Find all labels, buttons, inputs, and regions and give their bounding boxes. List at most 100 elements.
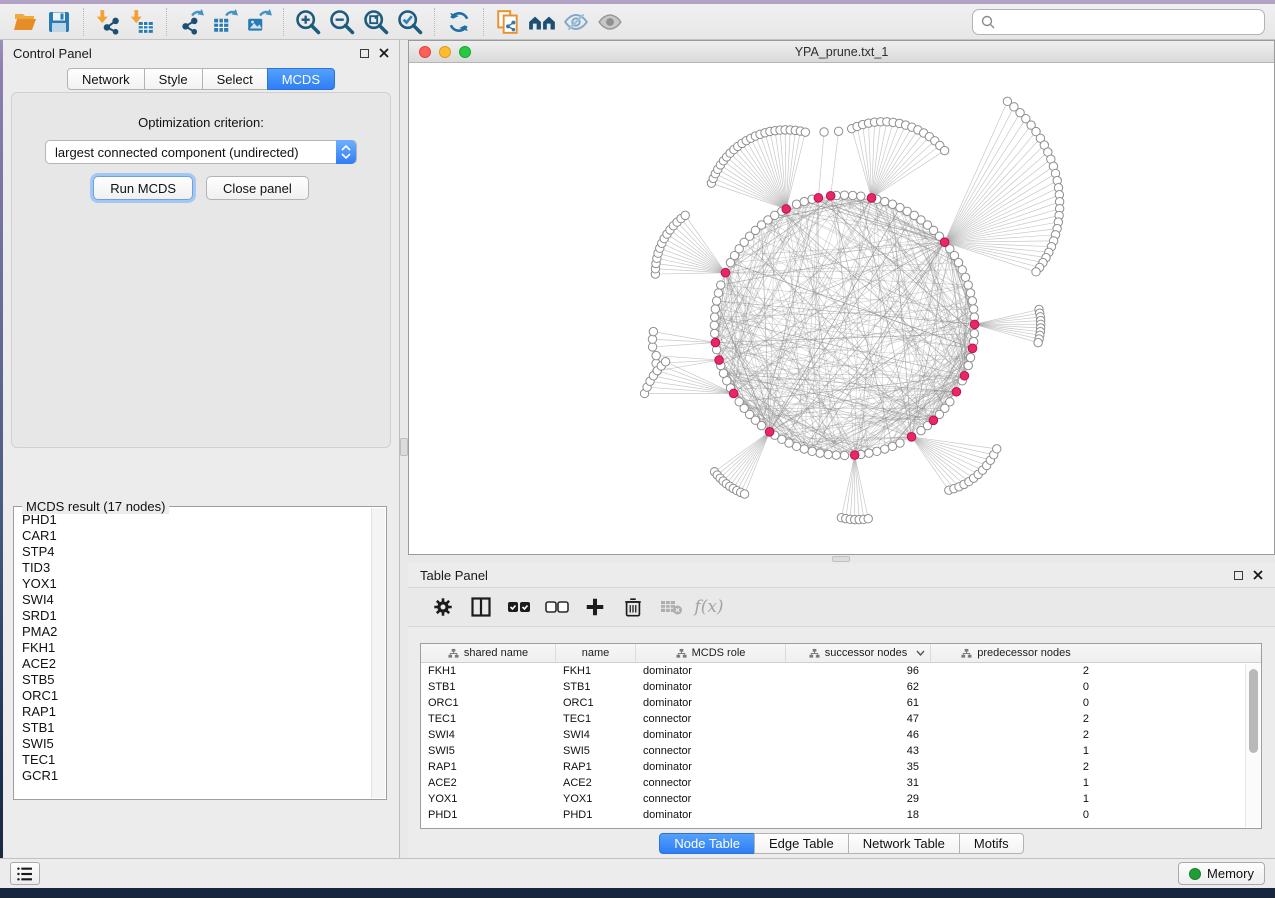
- memory-button[interactable]: Memory: [1178, 862, 1265, 885]
- column-header-successor-nodes[interactable]: successor nodes: [786, 644, 931, 662]
- mcds-list-scrollbar[interactable]: [371, 508, 385, 798]
- mcds-result-item[interactable]: SWI5: [22, 736, 371, 752]
- table-cell: PHD1: [556, 809, 636, 821]
- zoom-in-button[interactable]: [291, 7, 325, 37]
- table-row[interactable]: RAP1RAP1dominator352: [421, 759, 1261, 775]
- table-row[interactable]: FKH1FKH1dominator962: [421, 663, 1261, 679]
- mcds-result-item[interactable]: RAP1: [22, 704, 371, 720]
- table-cell: ACE2: [421, 777, 556, 789]
- column-header-name[interactable]: name: [556, 644, 636, 662]
- table-row[interactable]: SWI5SWI5connector431: [421, 743, 1261, 759]
- search-box[interactable]: [972, 9, 1265, 35]
- mcds-result-item[interactable]: GCR1: [22, 768, 371, 784]
- eye-slash-icon: [562, 9, 590, 35]
- tab-mcds[interactable]: MCDS: [267, 68, 335, 90]
- vertical-splitter[interactable]: [400, 40, 408, 858]
- table-cell: dominator: [636, 729, 786, 741]
- open-file-button[interactable]: [8, 7, 42, 37]
- table-row[interactable]: PHD1PHD1dominator180: [421, 807, 1261, 823]
- column-header-predecessor-nodes[interactable]: predecessor nodes: [931, 644, 1101, 662]
- table-scrollbar[interactable]: [1245, 664, 1260, 827]
- mcds-result-item[interactable]: STP4: [22, 544, 371, 560]
- run-mcds-button[interactable]: Run MCDS: [93, 176, 193, 200]
- deselect-all-button[interactable]: [538, 591, 576, 623]
- splitter-handle[interactable]: [400, 438, 408, 456]
- table-settings-button[interactable]: [424, 591, 462, 623]
- table-row[interactable]: ORC1ORC1dominator610: [421, 695, 1261, 711]
- clone-network-button[interactable]: [491, 7, 525, 37]
- add-row-button[interactable]: [576, 591, 614, 623]
- mcds-result-item[interactable]: ACE2: [22, 656, 371, 672]
- tab-edge-table[interactable]: Edge Table: [754, 833, 849, 854]
- mcds-result-item[interactable]: YOX1: [22, 576, 371, 592]
- control-panel-tabs: Network Style Select MCDS: [3, 68, 399, 90]
- zoom-selected-button[interactable]: [393, 7, 427, 37]
- optimization-criterion-select[interactable]: largest connected component (undirected): [45, 140, 357, 164]
- mcds-result-item[interactable]: FKH1: [22, 640, 371, 656]
- refresh-button[interactable]: [442, 7, 476, 37]
- import-table-button[interactable]: [125, 7, 159, 37]
- scrollbar-thumb[interactable]: [1249, 669, 1258, 753]
- network-graph[interactable]: [409, 63, 1274, 555]
- mcds-result-item[interactable]: CAR1: [22, 528, 371, 544]
- column-type-icon: [448, 648, 459, 659]
- splitter-handle[interactable]: [832, 556, 850, 562]
- hide-selected-button[interactable]: [559, 7, 593, 37]
- network-window-titlebar[interactable]: YPA_prune.txt_1: [409, 41, 1274, 63]
- mcds-result-item[interactable]: PHD1: [22, 512, 371, 528]
- table-row[interactable]: YOX1YOX1connector291: [421, 791, 1261, 807]
- table-body: FKH1FKH1dominator962STB1STB1dominator620…: [421, 663, 1261, 823]
- table-row[interactable]: SWI4SWI4dominator462: [421, 727, 1261, 743]
- mcds-result-item[interactable]: STB5: [22, 672, 371, 688]
- close-panel-icon[interactable]: [1253, 570, 1263, 580]
- control-panel-title: Control Panel: [13, 46, 92, 61]
- export-image-button[interactable]: [242, 7, 276, 37]
- delete-row-button[interactable]: [614, 591, 652, 623]
- show-column-button[interactable]: [462, 591, 500, 623]
- open-folder-icon: [12, 10, 38, 34]
- mcds-result-item[interactable]: SWI4: [22, 592, 371, 608]
- control-panel: Control Panel Network Style Select MCDS …: [3, 40, 400, 858]
- task-history-button[interactable]: [10, 862, 40, 885]
- search-input[interactable]: [996, 12, 1264, 32]
- mcds-result-item[interactable]: PMA2: [22, 624, 371, 640]
- column-header-MCDS-role[interactable]: MCDS role: [636, 644, 786, 662]
- show-all-button[interactable]: [593, 7, 627, 37]
- float-panel-icon[interactable]: [1234, 571, 1243, 580]
- tab-style[interactable]: Style: [144, 68, 203, 90]
- mcds-result-item[interactable]: STB1: [22, 720, 371, 736]
- horizontal-splitter[interactable]: [408, 555, 1275, 563]
- function-builder-button: f(x): [690, 591, 728, 623]
- table-row[interactable]: ACE2ACE2connector311: [421, 775, 1261, 791]
- table-row[interactable]: TEC1TEC1connector472: [421, 711, 1261, 727]
- mcds-result-item[interactable]: ORC1: [22, 688, 371, 704]
- export-network-icon: [178, 9, 204, 35]
- network-canvas[interactable]: [409, 63, 1274, 554]
- tab-select[interactable]: Select: [202, 68, 268, 90]
- tab-network-table[interactable]: Network Table: [848, 833, 960, 854]
- close-panel-icon[interactable]: [379, 48, 389, 58]
- tab-node-table[interactable]: Node Table: [659, 833, 755, 854]
- close-panel-button[interactable]: Close panel: [206, 176, 309, 200]
- table-cell: FKH1: [421, 665, 556, 677]
- export-network-button[interactable]: [174, 7, 208, 37]
- mcds-result-item[interactable]: TID3: [22, 560, 371, 576]
- table-row[interactable]: STB1STB1dominator620: [421, 679, 1261, 695]
- tab-network[interactable]: Network: [67, 68, 145, 90]
- tab-motifs[interactable]: Motifs: [959, 833, 1024, 854]
- mcds-result-item[interactable]: SRD1: [22, 608, 371, 624]
- float-panel-icon[interactable]: [360, 49, 369, 58]
- zoom-fit-button[interactable]: [359, 7, 393, 37]
- save-button[interactable]: [42, 7, 76, 37]
- import-network-button[interactable]: [91, 7, 125, 37]
- table-cell: connector: [636, 745, 786, 757]
- select-all-button[interactable]: [500, 591, 538, 623]
- export-table-button[interactable]: [208, 7, 242, 37]
- first-neighbors-button[interactable]: [525, 7, 559, 37]
- zoom-out-button[interactable]: [325, 7, 359, 37]
- column-header-shared-name[interactable]: shared name: [421, 644, 556, 662]
- mcds-result-item[interactable]: TEC1: [22, 752, 371, 768]
- table-cell: connector: [636, 713, 786, 725]
- table-cell: 43: [786, 745, 931, 757]
- mcds-result-list[interactable]: PHD1CAR1STP4TID3YOX1SWI4SRD1PMA2FKH1ACE2…: [15, 508, 371, 798]
